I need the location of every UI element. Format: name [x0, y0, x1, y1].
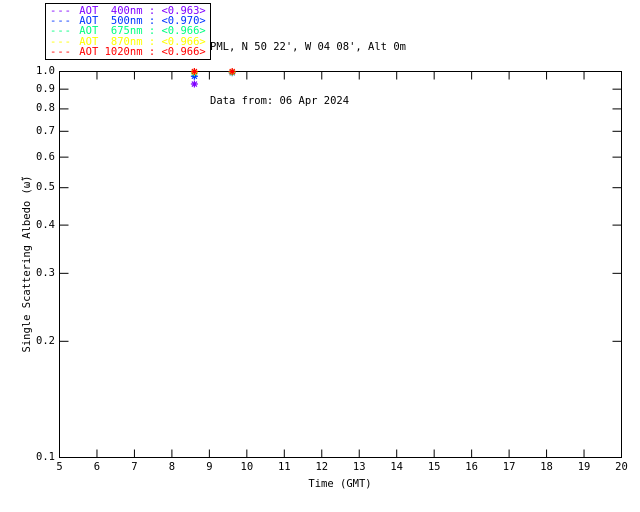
station-title: PML, N 50 22', W 04 08', Alt 0m [210, 41, 406, 53]
x-tick-label: 18 [540, 461, 553, 473]
legend-item: --- AOT 1020nm : <0.966> [50, 45, 206, 58]
x-tick-label: 20 [615, 461, 628, 473]
data-date: Data from: 06 Apr 2024 [210, 95, 350, 107]
x-tick-label: 5 [56, 461, 63, 473]
y-tick-label: 1.0 [36, 65, 55, 77]
x-tick-label: 7 [131, 461, 138, 473]
legend-line-sample: --- [50, 45, 80, 58]
y-tick-label: 0.9 [36, 82, 55, 95]
x-tick-label: 6 [93, 461, 101, 473]
x-tick-label: 13 [352, 461, 366, 473]
x-tick-label: 17 [502, 461, 516, 473]
x-axis-title: Time (GMT) [308, 478, 372, 490]
x-tick-label: 10 [240, 461, 254, 473]
y-axis-title: Single Scattering Albedo (ω̃) [21, 175, 33, 353]
x-tick-label: 19 [577, 461, 591, 473]
x-tick-label: 14 [390, 461, 404, 473]
x-tick-label: 16 [465, 461, 478, 473]
x-tick-label: 8 [168, 461, 176, 473]
data-marker-aot-1020nm [190, 68, 198, 75]
station-header: PML, N 50 22', W 04 08', Alt 0m Data fro… [210, 2, 406, 146]
legend-box: --- AOT 400nm : <0.963> --- AOT 500nm : <… [45, 3, 211, 61]
x-tick-label: 12 [315, 461, 329, 473]
x-tick-label: 11 [277, 461, 291, 473]
y-tick-label: 0.8 [36, 102, 55, 115]
plot-canvas: --- AOT 400nm : <0.963> --- AOT 500nm : <… [0, 0, 640, 512]
data-marker-aot-400nm [190, 80, 198, 88]
y-tick-label: 0.7 [36, 124, 55, 137]
legend-item-label: AOT 1020nm : <0.966> [79, 45, 206, 58]
y-tick-label: 0.6 [36, 150, 55, 163]
x-tick-label: 15 [427, 461, 441, 473]
x-tick-label: 9 [206, 461, 213, 473]
